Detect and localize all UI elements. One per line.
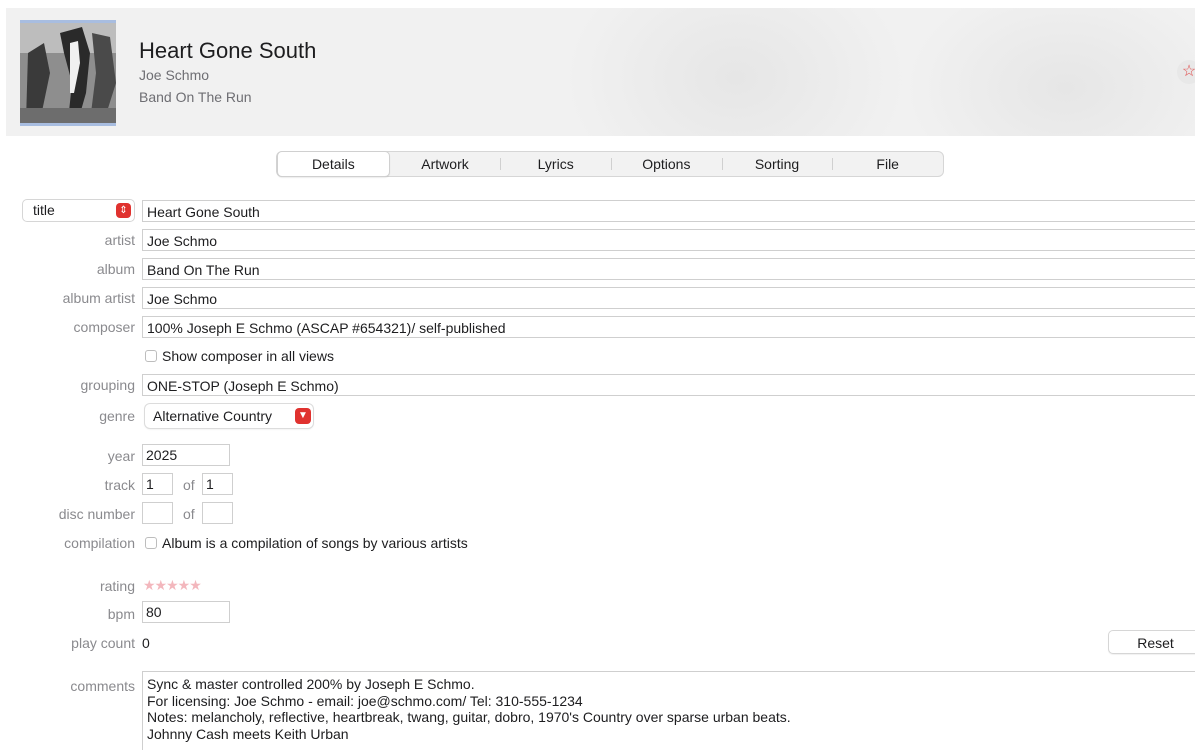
comments-line: Notes: melancholy, reflective, heartbrea…	[147, 709, 791, 725]
comments-line: Johnny Cash meets Keith Urban	[147, 725, 349, 742]
genre-popup[interactable]: Alternative Country ▼	[145, 404, 313, 428]
comments-line: For licensing: Joe Schmo - email: joe@sc…	[147, 692, 583, 709]
track-total-field[interactable]: 1	[202, 473, 233, 495]
disc-number-field[interactable]	[142, 502, 173, 524]
field-type-select[interactable]: title ⇕	[22, 199, 135, 222]
bpm-label: bpm	[107, 606, 135, 622]
tab-lyrics[interactable]: Lyrics	[500, 152, 611, 176]
track-of-label: of	[183, 477, 195, 493]
chevron-down-icon: ▼	[295, 408, 311, 424]
play-count-value: 0	[142, 635, 150, 651]
song-album: Band On The Run	[139, 89, 252, 105]
composer-label: composer	[73, 319, 135, 335]
genre-value: Alternative Country	[153, 408, 273, 424]
compilation-checkbox-label: Album is a compilation of songs by vario…	[162, 535, 468, 551]
year-field[interactable]: 2025	[142, 444, 230, 466]
compilation-checkbox[interactable]	[145, 537, 157, 549]
album-label: album	[96, 261, 135, 277]
artist-field[interactable]: Joe Schmo	[142, 229, 1195, 251]
track-label: track	[104, 477, 135, 493]
rating-label: rating	[99, 578, 135, 594]
bpm-field[interactable]: 80	[142, 601, 230, 623]
disc-of-label: of	[183, 506, 195, 522]
tab-options[interactable]: Options	[611, 152, 722, 176]
disc-total-field[interactable]	[202, 502, 233, 524]
show-composer-checkbox[interactable]	[145, 350, 157, 362]
reset-button[interactable]: Reset	[1108, 630, 1195, 654]
grouping-label: grouping	[80, 377, 136, 393]
compilation-label: compilation	[64, 535, 135, 551]
genre-label: genre	[99, 408, 135, 424]
tab-sorting[interactable]: Sorting	[721, 152, 833, 176]
rating-stars[interactable]: ★★★★★	[143, 577, 202, 594]
tab-file[interactable]: File	[832, 152, 943, 176]
header-background-blob	[906, 8, 1195, 136]
album-artist-label: album artist	[62, 290, 135, 306]
tab-bar: Details Artwork Lyrics Options Sorting F…	[276, 151, 944, 177]
header-background-blob	[566, 8, 906, 136]
song-title: Heart Gone South	[139, 38, 317, 63]
title-field[interactable]: Heart Gone South	[142, 200, 1195, 222]
field-type-value: title	[33, 202, 55, 218]
track-number-field[interactable]: 1	[142, 473, 173, 495]
year-label: year	[107, 448, 135, 464]
star-icon[interactable]: ☆	[1177, 60, 1195, 84]
song-artist: Joe Schmo	[139, 67, 210, 83]
tab-artwork[interactable]: Artwork	[390, 152, 501, 176]
up-down-chevron-icon: ⇕	[116, 203, 131, 218]
comments-line: Sync & master controlled 200% by Joseph …	[147, 676, 475, 692]
show-composer-label: Show composer in all views	[162, 348, 334, 364]
tab-details[interactable]: Details	[277, 151, 390, 177]
album-artist-field[interactable]: Joe Schmo	[142, 287, 1195, 309]
album-artwork[interactable]	[20, 20, 116, 126]
disc-number-label: disc number	[58, 506, 135, 522]
play-count-label: play count	[71, 635, 135, 651]
comments-label: comments	[70, 678, 135, 694]
album-field[interactable]: Band On The Run	[142, 258, 1195, 280]
composer-field[interactable]: 100% Joseph E Schmo (ASCAP #654321)/ sel…	[142, 316, 1195, 338]
artist-label: artist	[104, 232, 135, 248]
song-header: Heart Gone South Joe Schmo Band On The R…	[6, 8, 1195, 136]
grouping-field[interactable]: ONE-STOP (Joseph E Schmo)	[142, 374, 1195, 396]
comments-field[interactable]: Sync & master controlled 200% by Joseph …	[142, 671, 1195, 750]
